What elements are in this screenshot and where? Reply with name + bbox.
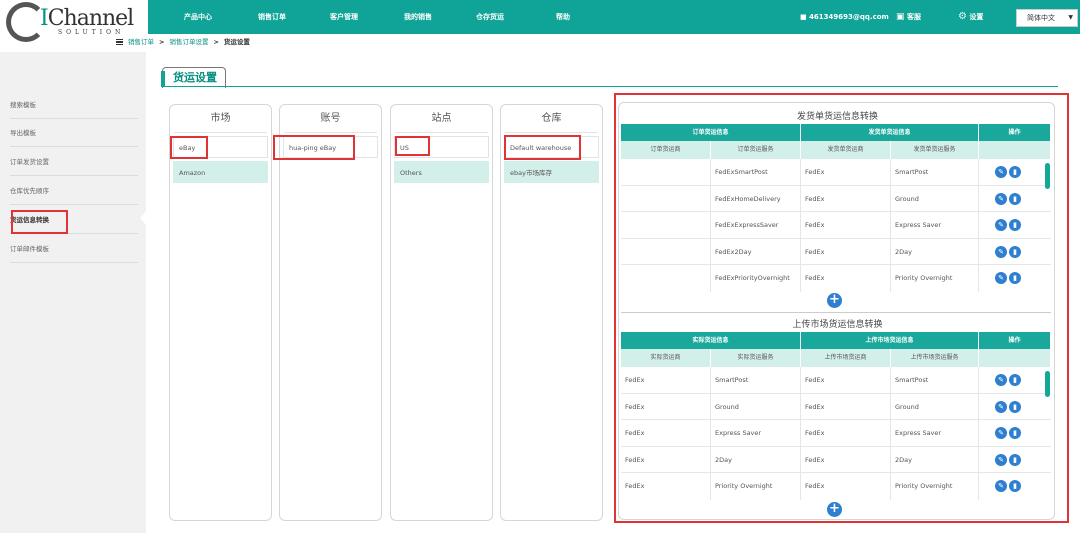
- edit-icon[interactable]: ✎: [995, 192, 1007, 205]
- breadcrumb-sales-orders[interactable]: 销售订单: [128, 38, 154, 46]
- delete-icon[interactable]: ▮: [1009, 427, 1021, 439]
- edit-icon[interactable]: ✎: [995, 453, 1007, 466]
- table-row: FedExPriorityOvernight FedEx Priority Ov…: [621, 265, 1051, 292]
- add-shipment-rule-button[interactable]: +: [827, 293, 842, 308]
- table-row: FedExSmartPost FedEx SmartPost ✎ ▮: [621, 159, 1051, 186]
- highlight-box: [273, 135, 355, 160]
- account-header: 账号: [284, 105, 377, 133]
- delete-icon[interactable]: ▮: [1009, 166, 1021, 178]
- page-title: 货运设置: [161, 67, 226, 88]
- edit-icon[interactable]: ✎: [995, 427, 1007, 439]
- site-header: 站点: [395, 105, 488, 133]
- table-group-header: 实际货运信息 上传市场货运信息 操作: [621, 332, 1051, 349]
- delete-icon[interactable]: ▮: [1009, 192, 1021, 205]
- upload-conversion-title: 上传市场货运信息转换: [792, 320, 883, 330]
- scrollbar-thumb[interactable]: [1045, 371, 1050, 397]
- highlight-box: [11, 210, 68, 234]
- account-column: 账号 hua-ping eBay: [279, 104, 382, 521]
- sidebar-item-search-template[interactable]: 搜索模板: [10, 91, 138, 119]
- warehouse-item-ebay[interactable]: ebay市场库存: [504, 161, 599, 183]
- edit-icon[interactable]: ✎: [995, 272, 1007, 284]
- highlight-box: [170, 136, 208, 159]
- table-sub-header: 订单货运商 订单货运服务 发货单货运商 发货单货运服务: [621, 141, 1051, 159]
- chat-icon: ▣: [896, 12, 905, 22]
- edit-icon[interactable]: ✎: [995, 480, 1007, 492]
- market-header: 市场: [174, 105, 267, 133]
- shipment-conversion-table: 订单货运信息 发货单货运信息 操作 订单货运商 订单货运服务 发货单货运商 发货…: [621, 124, 1051, 292]
- language-select[interactable]: 简体中文 ▼: [1016, 9, 1078, 27]
- section-divider: [621, 312, 1051, 313]
- conversion-panel: 发货单货运信息转换 订单货运信息 发货单货运信息 操作 订单货运商 订单货运服务…: [618, 102, 1055, 520]
- nav-my-sales[interactable]: 我的销售: [404, 0, 432, 34]
- delete-icon[interactable]: ▮: [1009, 272, 1021, 284]
- edit-icon[interactable]: ✎: [995, 166, 1007, 178]
- add-upload-rule-button[interactable]: +: [827, 502, 842, 517]
- user-account[interactable]: ■ 461349693@qq.com: [800, 0, 889, 34]
- sidebar-item-warehouse-priority[interactable]: 仓库优先顺序: [10, 177, 138, 205]
- highlight-box: [504, 135, 581, 160]
- title-underline: [162, 86, 1058, 87]
- active-indicator: [140, 210, 147, 226]
- site-item-others[interactable]: Others: [394, 161, 489, 183]
- scrollbar-thumb[interactable]: [1045, 163, 1050, 189]
- edit-icon[interactable]: ✎: [995, 245, 1007, 258]
- table-group-header: 订单货运信息 发货单货运信息 操作: [621, 124, 1051, 141]
- warehouse-column: 仓库 Default warehouse ebay市场库存: [500, 104, 603, 521]
- sidebar-item-order-email-template[interactable]: 订单邮件模板: [10, 235, 138, 263]
- breadcrumb-order-settings[interactable]: 销售订单设置: [169, 38, 208, 46]
- table-row: FedEx Ground FedEx Ground ✎ ▮: [621, 393, 1051, 420]
- nav-help[interactable]: 帮助: [556, 0, 570, 34]
- sidebar-item-export-template[interactable]: 导出模板: [10, 119, 138, 147]
- delete-icon[interactable]: ▮: [1009, 453, 1021, 466]
- menu-icon[interactable]: [116, 39, 123, 45]
- delete-icon[interactable]: ▮: [1009, 480, 1021, 492]
- chevron-down-icon: ▼: [1068, 14, 1073, 21]
- nav-warehouse-shipping[interactable]: 仓存货运: [476, 0, 504, 34]
- market-item-amazon[interactable]: Amazon: [173, 161, 268, 183]
- user-icon: ■: [800, 13, 807, 21]
- edit-icon[interactable]: ✎: [995, 374, 1007, 386]
- delete-icon[interactable]: ▮: [1009, 219, 1021, 231]
- edit-icon[interactable]: ✎: [995, 400, 1007, 413]
- table-row: FedExExpressSaver FedEx Express Saver ✎ ▮: [621, 212, 1051, 239]
- market-column: 市场 eBay Amazon: [169, 104, 272, 521]
- table-row: FedEx Priority Overnight FedEx Priority …: [621, 473, 1051, 500]
- logo-text: IChannel: [40, 6, 134, 31]
- edit-icon[interactable]: ✎: [995, 219, 1007, 231]
- delete-icon[interactable]: ▮: [1009, 374, 1021, 386]
- sidebar-item-order-shipping[interactable]: 订单发货设置: [10, 148, 138, 176]
- user-email: 461349693@qq.com: [809, 13, 889, 21]
- table-row: FedEx 2Day FedEx 2Day ✎ ▮: [621, 446, 1051, 473]
- table-sub-header: 实际货运商 实际货运服务 上传市场货运商 上传市场货运服务: [621, 349, 1051, 367]
- gear-icon: ⚙: [958, 11, 967, 22]
- delete-icon[interactable]: ▮: [1009, 245, 1021, 258]
- breadcrumb: 销售订单 > 销售订单设置 > 货运设置: [116, 37, 250, 47]
- breadcrumb-current: 货运设置: [223, 38, 250, 46]
- shipment-conversion-title: 发货单货运信息转换: [796, 112, 878, 122]
- customer-service-link[interactable]: ▣ 客服: [896, 0, 921, 34]
- delete-icon[interactable]: ▮: [1009, 400, 1021, 413]
- site-column: 站点 US Others: [390, 104, 493, 521]
- logo-subtitle: SOLUTION: [58, 29, 125, 36]
- table-row: FedExHomeDelivery FedEx Ground ✎ ▮: [621, 185, 1051, 212]
- nav-product-center[interactable]: 产品中心: [184, 0, 212, 34]
- nav-customer-mgmt[interactable]: 客户管理: [330, 0, 358, 34]
- table-row: FedEx SmartPost FedEx SmartPost ✎ ▮: [621, 367, 1051, 394]
- table-row: FedEx2Day FedEx 2Day ✎ ▮: [621, 238, 1051, 265]
- table-row: FedEx Express Saver FedEx Express Saver …: [621, 420, 1051, 447]
- warehouse-header: 仓库: [505, 105, 598, 133]
- nav-sales-orders[interactable]: 销售订单: [258, 0, 286, 34]
- settings-link[interactable]: ⚙ 设置: [958, 0, 983, 34]
- highlight-box: [395, 136, 430, 156]
- upload-conversion-table: 实际货运信息 上传市场货运信息 操作 实际货运商 实际货运服务 上传市场货运商 …: [621, 332, 1051, 500]
